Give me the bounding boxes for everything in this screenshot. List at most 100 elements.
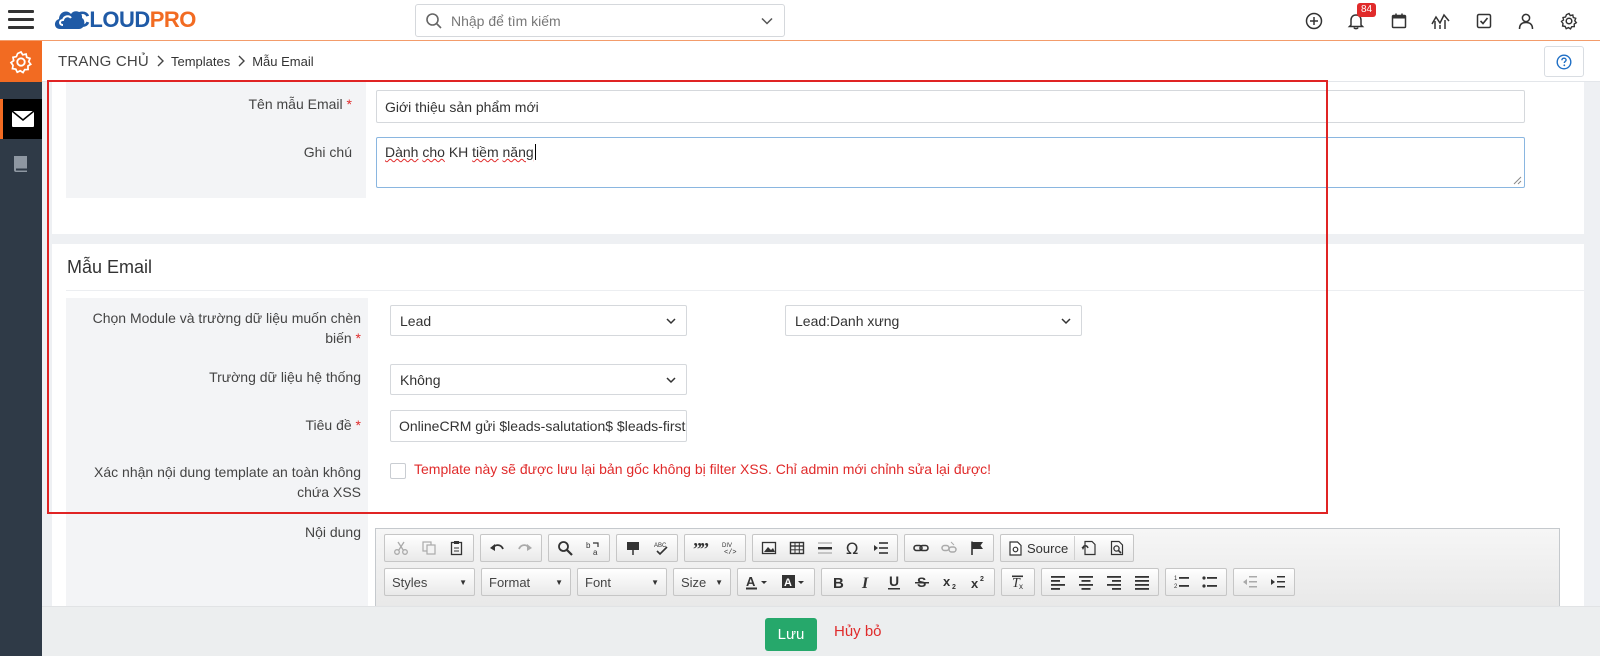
save-button[interactable]: Lưu [765, 618, 817, 651]
anchor-button[interactable] [963, 536, 991, 560]
font-dropdown[interactable]: Font ▼ [577, 568, 667, 596]
redo-button[interactable] [511, 536, 539, 560]
tasks-button[interactable] [1463, 0, 1506, 41]
add-button[interactable] [1293, 0, 1336, 41]
undo-button[interactable] [483, 536, 511, 560]
cancel-button[interactable]: Hủy bỏ [834, 623, 882, 640]
svg-text:2: 2 [980, 576, 984, 583]
size-dropdown[interactable]: Size ▼ [673, 568, 731, 596]
calendar-button[interactable] [1378, 0, 1421, 41]
replace-button[interactable]: ba [579, 536, 607, 560]
breadcrumb-templates[interactable]: Templates [171, 54, 230, 69]
remove-format-button[interactable]: Tx [1004, 570, 1032, 594]
align-left-button[interactable] [1044, 570, 1072, 594]
xss-confirm-label: Xác nhận nội dung template an toàn không… [94, 464, 361, 500]
sidebar-item-email-templates[interactable] [0, 99, 42, 139]
insert-group: Ω [752, 534, 898, 562]
spellcheck-icon: ABC [654, 543, 668, 556]
svg-text:Ω: Ω [846, 540, 858, 556]
chevron-down-icon[interactable] [760, 14, 774, 28]
cut-button[interactable] [387, 536, 415, 560]
resize-handle-icon[interactable] [1512, 175, 1522, 185]
svg-text:x: x [971, 576, 979, 590]
notifications-button[interactable]: 84 [1335, 0, 1378, 41]
subscript-button[interactable]: x2 [936, 570, 964, 594]
reports-button[interactable] [1420, 0, 1463, 41]
text-color-button[interactable]: A [740, 570, 776, 594]
note-textarea[interactable]: Dành cho KH tiềm năng [376, 137, 1525, 188]
field-select[interactable]: Lead:Danh xưng [785, 305, 1082, 336]
user-profile-button[interactable] [1505, 0, 1548, 41]
sidebar-item-documents[interactable] [0, 144, 42, 184]
template-button[interactable] [1075, 536, 1103, 560]
xss-confirm-checkbox[interactable] [390, 463, 406, 479]
special-char-button[interactable]: Ω [839, 536, 867, 560]
indent-button[interactable] [1264, 570, 1292, 594]
link-button[interactable] [907, 536, 935, 560]
blockquote-button[interactable]: ”” [687, 536, 715, 560]
chevron-down-icon [1061, 317, 1071, 324]
system-field-select[interactable]: Không [390, 364, 687, 395]
preview-button[interactable] [1103, 536, 1131, 560]
subject-input[interactable]: OnlineCRM gửi $leads-salutation$ $leads-… [390, 410, 687, 442]
breadcrumb-home[interactable]: TRANG CHỦ [58, 53, 149, 70]
spellcheck-button[interactable]: ABC [647, 536, 675, 560]
global-search[interactable]: Nhập để tìm kiếm [415, 4, 785, 37]
div-container-button[interactable]: DIV </> [715, 536, 743, 560]
image-icon [761, 541, 777, 555]
outdent-button[interactable] [1236, 570, 1264, 594]
table-button[interactable] [783, 536, 811, 560]
sidebar-item-settings[interactable] [0, 41, 42, 82]
italic-icon: I [861, 575, 869, 590]
underline-button[interactable]: U [880, 570, 908, 594]
cloudpro-logo[interactable]: CLOUDPRO [52, 2, 196, 38]
strikethrough-button[interactable]: S [908, 570, 936, 594]
svg-text:x: x [1019, 582, 1023, 590]
superscript-button[interactable]: x2 [964, 570, 992, 594]
svg-text:2: 2 [952, 584, 956, 590]
quote-icon: ”” [693, 540, 709, 556]
bold-icon: B [833, 575, 844, 590]
menu-icon[interactable] [8, 7, 34, 33]
block-group: ”” DIV </> [684, 534, 746, 562]
align-group [1041, 568, 1159, 596]
system-field-label: Trường dữ liệu hệ thống [209, 369, 361, 385]
chevron-down-icon [666, 317, 676, 324]
image-button[interactable] [755, 536, 783, 560]
section-divider [66, 290, 1584, 291]
paste-button[interactable] [443, 536, 471, 560]
format-dropdown[interactable]: Format ▼ [481, 568, 571, 596]
bold-button[interactable]: B [824, 570, 852, 594]
module-label: Chọn Module và trường dữ liệu muốn chèn … [92, 310, 361, 346]
source-button[interactable]: Source [1003, 536, 1076, 560]
module-select[interactable]: Lead [390, 305, 687, 336]
svg-text:A: A [784, 577, 792, 589]
template-name-input[interactable]: Giới thiệu sản phẩm mới [376, 90, 1525, 123]
help-button[interactable] [1544, 46, 1584, 77]
bullet-list-button[interactable] [1196, 570, 1224, 594]
calendar-icon [1391, 13, 1406, 28]
xss-warning-text: Template này sẽ được lưu lại bản gốc khô… [414, 461, 992, 477]
top-bar: CLOUDPRO Nhập để tìm kiếm 84 [0, 0, 1600, 41]
settings-button[interactable] [1548, 0, 1591, 41]
page-break-button[interactable] [867, 536, 895, 560]
svg-text:”: ” [700, 540, 709, 556]
italic-button[interactable]: I [852, 570, 880, 594]
subject-label: Tiêu đề * [305, 417, 361, 433]
justify-button[interactable] [1128, 570, 1156, 594]
numbered-list-button[interactable]: 12 [1168, 570, 1196, 594]
copy-button[interactable] [415, 536, 443, 560]
styles-dropdown[interactable]: Styles ▼ [384, 568, 475, 596]
align-right-button[interactable] [1100, 570, 1128, 594]
find-button[interactable] [551, 536, 579, 560]
svg-text:I: I [861, 575, 869, 590]
search-input[interactable]: Nhập để tìm kiếm [451, 13, 760, 29]
align-center-button[interactable] [1072, 570, 1100, 594]
unlink-button[interactable] [935, 536, 963, 560]
background-color-button[interactable]: A [776, 570, 812, 594]
strikethrough-icon: S [915, 574, 929, 590]
undo-icon [490, 544, 504, 551]
color-group: A A [737, 568, 815, 596]
horizontal-line-button[interactable] [811, 536, 839, 560]
select-all-button[interactable] [619, 536, 647, 560]
